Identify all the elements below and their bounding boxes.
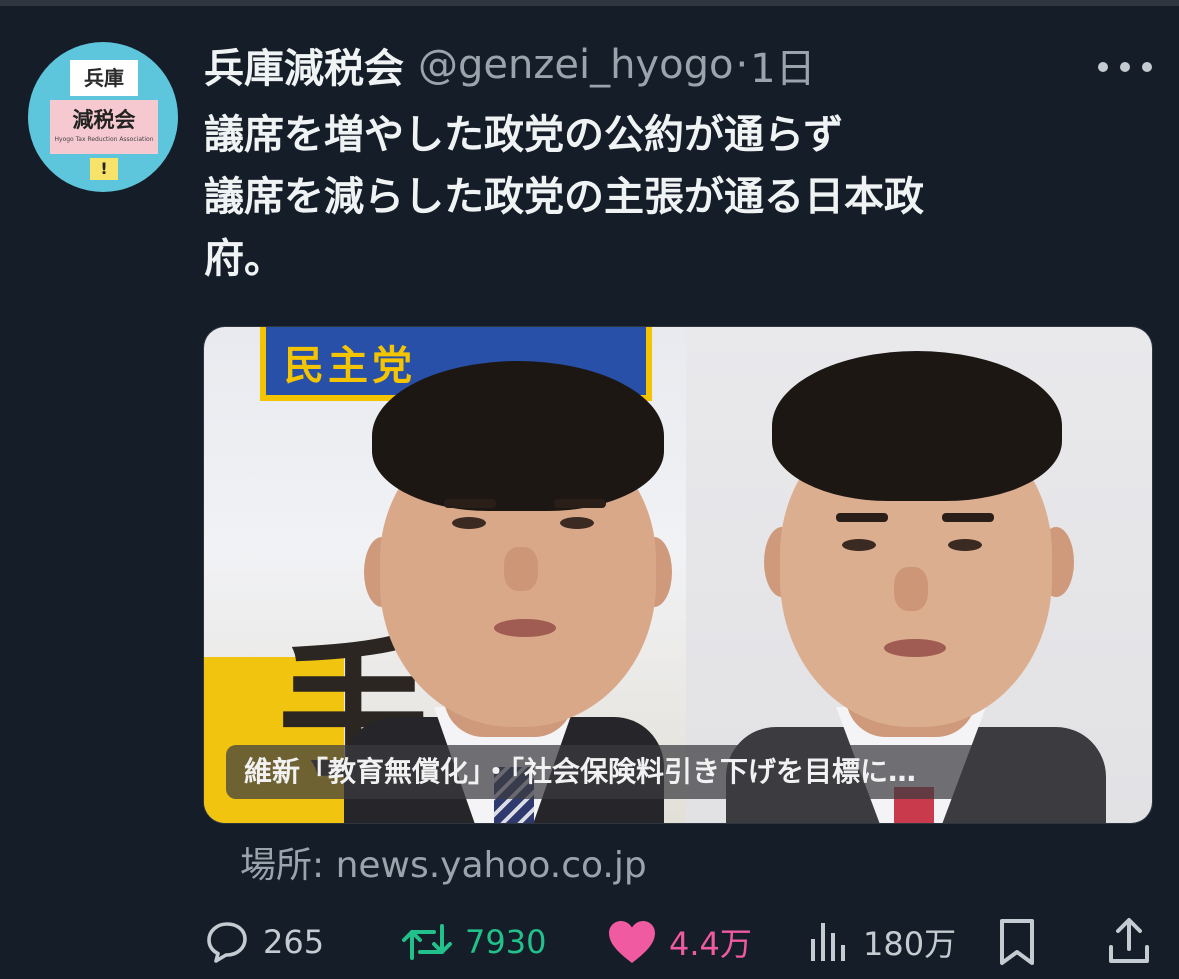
reply-button[interactable]: 265 bbox=[203, 910, 324, 974]
avatar-sign: 減税会 Hyogo Tax Reduction Association bbox=[50, 100, 158, 154]
eye bbox=[560, 517, 594, 529]
retweet-count: 7930 bbox=[465, 923, 547, 961]
tweet-header: 兵庫減税会 @genzei_hyogo · 1日 bbox=[204, 38, 816, 92]
brow bbox=[554, 499, 606, 508]
views-button[interactable]: 180万 bbox=[807, 910, 956, 974]
tweet-line: 府。 bbox=[204, 236, 284, 282]
tweet-text: 議席を増やした政党の公約が通らず 議席を減らした政党の主張が通る日本政 府。 bbox=[204, 104, 1134, 290]
share-icon bbox=[1109, 918, 1149, 963]
eye bbox=[452, 517, 486, 529]
more-dot bbox=[1098, 62, 1108, 72]
reply-count: 265 bbox=[263, 923, 325, 961]
like-count: 4.4万 bbox=[669, 925, 752, 963]
brow bbox=[836, 513, 888, 522]
mouth bbox=[494, 619, 556, 637]
more-dot bbox=[1120, 62, 1130, 72]
handle[interactable]: @genzei_hyogo bbox=[418, 42, 733, 88]
media-card[interactable]: 民主党 手 維新「教育無償化」・「社会保険料引き下げを目標に… bbox=[203, 326, 1153, 824]
bookmark-icon bbox=[1000, 919, 1034, 965]
mouth bbox=[884, 639, 946, 657]
more-dot bbox=[1142, 62, 1152, 72]
like-icon bbox=[609, 921, 655, 963]
avatar-line2: 減税会 bbox=[72, 108, 136, 132]
media-caption: 維新「教育無償化」・「社会保険料引き下げを目標に… bbox=[226, 745, 1079, 799]
display-name[interactable]: 兵庫減税会 bbox=[204, 36, 404, 94]
view-count: 180万 bbox=[863, 925, 957, 963]
separator-dot: · bbox=[735, 42, 749, 88]
timestamp[interactable]: 1日 bbox=[750, 36, 815, 94]
bookmark-button[interactable] bbox=[997, 910, 1037, 974]
nose bbox=[894, 567, 928, 611]
eye bbox=[948, 539, 982, 551]
share-button[interactable] bbox=[1107, 910, 1151, 974]
hair bbox=[372, 361, 664, 511]
link-source[interactable]: 場所: news.yahoo.co.jp bbox=[240, 836, 647, 888]
nose bbox=[504, 547, 538, 591]
action-bar: 265 7930 4.4万 180万 bbox=[203, 910, 1153, 974]
tweet-line: 議席を増やした政党の公約が通らず bbox=[204, 112, 844, 158]
hair bbox=[772, 351, 1062, 501]
brow bbox=[444, 499, 496, 508]
like-button[interactable]: 4.4万 bbox=[607, 910, 752, 974]
retweet-button[interactable]: 7930 bbox=[401, 910, 546, 974]
reply-icon bbox=[207, 922, 247, 963]
views-icon bbox=[811, 923, 845, 961]
retweet-icon bbox=[402, 924, 452, 960]
top-divider bbox=[0, 0, 1179, 6]
eye bbox=[842, 539, 876, 551]
avatar-line1: 兵庫 bbox=[70, 60, 138, 96]
brow bbox=[942, 513, 994, 522]
tweet-line: 議席を減らした政党の主張が通る日本政 bbox=[204, 174, 924, 220]
avatar[interactable]: 兵庫 減税会 Hyogo Tax Reduction Association ! bbox=[28, 42, 178, 192]
avatar-subline: Hyogo Tax Reduction Association bbox=[54, 136, 154, 143]
avatar-mark: ! bbox=[90, 158, 118, 180]
more-icon[interactable] bbox=[1098, 52, 1152, 82]
